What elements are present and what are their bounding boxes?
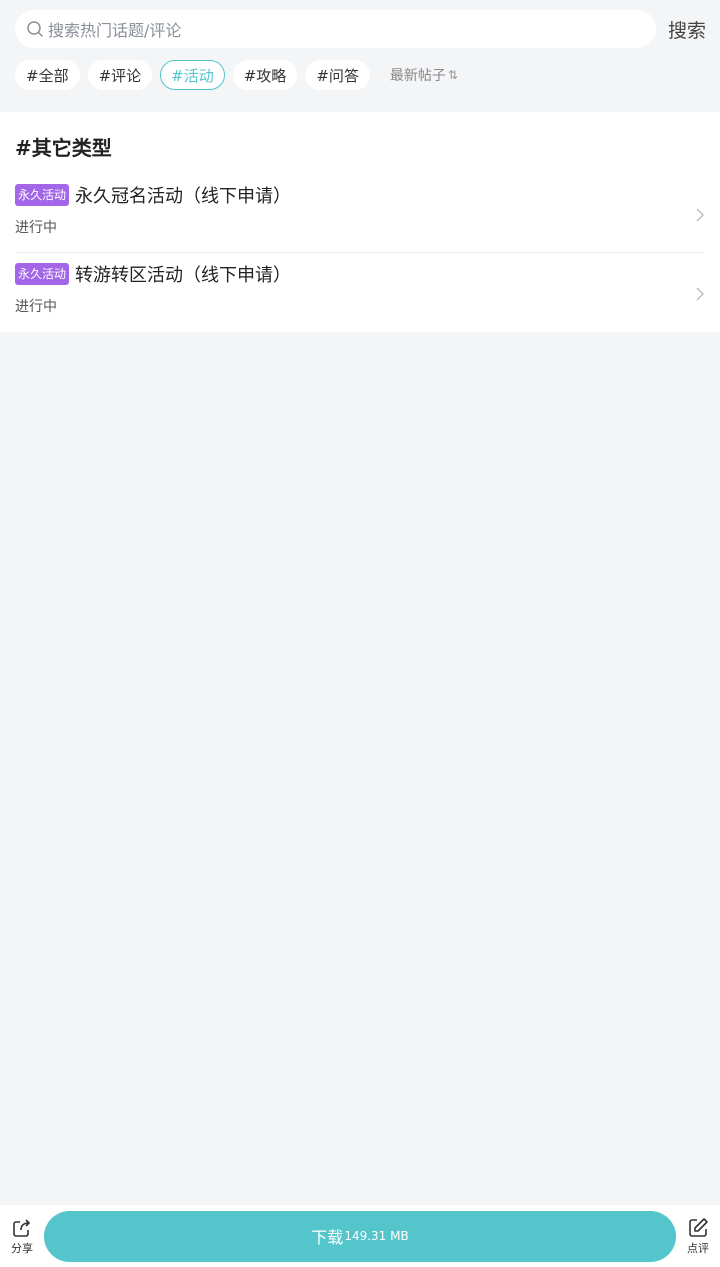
tag-review[interactable]: #评论 [87, 60, 153, 90]
download-label: 下载 [311, 1228, 344, 1247]
chevron-right-icon [696, 287, 704, 301]
post-head: 永久活动 转游转区活动（线下申请） [15, 261, 705, 287]
edit-icon [689, 1217, 708, 1237]
search-placeholder: 搜索热门话题/评论 [48, 21, 182, 40]
list-item[interactable]: 永久活动 永久冠名活动（线下申请） 进行中 [15, 174, 705, 253]
download-button[interactable]: 下载 149.31 MB [44, 1210, 676, 1262]
share-button[interactable]: 分享 [0, 1217, 44, 1256]
post-badge: 永久活动 [15, 184, 70, 206]
sort-label: 最新帖子 [389, 68, 446, 84]
post-head: 永久活动 永久冠名活动（线下申请） [15, 182, 705, 208]
post-title: 永久冠名活动（线下申请） [75, 186, 292, 207]
post-section: #其它类型 永久活动 永久冠名活动（线下申请） 进行中 永久活动 转游转区活动（… [0, 112, 720, 332]
list-item[interactable]: 永久活动 转游转区活动（线下申请） 进行中 [15, 253, 705, 332]
search-row: 搜索热门话题/评论 搜索 [15, 10, 706, 48]
review-label: 点评 [687, 1241, 709, 1255]
share-label: 分享 [11, 1241, 33, 1255]
share-icon [13, 1218, 31, 1237]
download-size: 149.31 MB [344, 1229, 409, 1243]
sort-button[interactable]: 最新帖子 ⇅ [390, 65, 458, 85]
search-input[interactable]: 搜索热门话题/评论 [15, 10, 656, 48]
tag-qa[interactable]: #问答 [305, 60, 370, 90]
post-status: 进行中 [15, 299, 57, 315]
chevron-right-icon [696, 208, 704, 222]
search-button[interactable]: 搜索 [656, 16, 706, 43]
search-icon [27, 21, 43, 37]
tag-guide[interactable]: #攻略 [232, 60, 298, 90]
post-badge: 永久活动 [15, 263, 70, 285]
tag-activity[interactable]: #活动 [160, 60, 225, 90]
post-status: 进行中 [15, 220, 57, 236]
bottom-bar: 分享 下载 149.31 MB 点评 [0, 1205, 720, 1267]
top-area: 搜索热门话题/评论 搜索 #全部 #评论 #活动 #攻略 #问答 最新帖子 ⇅ [0, 0, 720, 112]
review-button[interactable]: 点评 [676, 1217, 720, 1256]
tag-bar: #全部 #评论 #活动 #攻略 #问答 最新帖子 ⇅ [15, 59, 706, 91]
section-title: #其它类型 [15, 135, 112, 160]
tag-all[interactable]: #全部 [15, 60, 80, 90]
sort-arrows-icon: ⇅ [447, 68, 458, 82]
post-title: 转游转区活动（线下申请） [75, 265, 292, 286]
